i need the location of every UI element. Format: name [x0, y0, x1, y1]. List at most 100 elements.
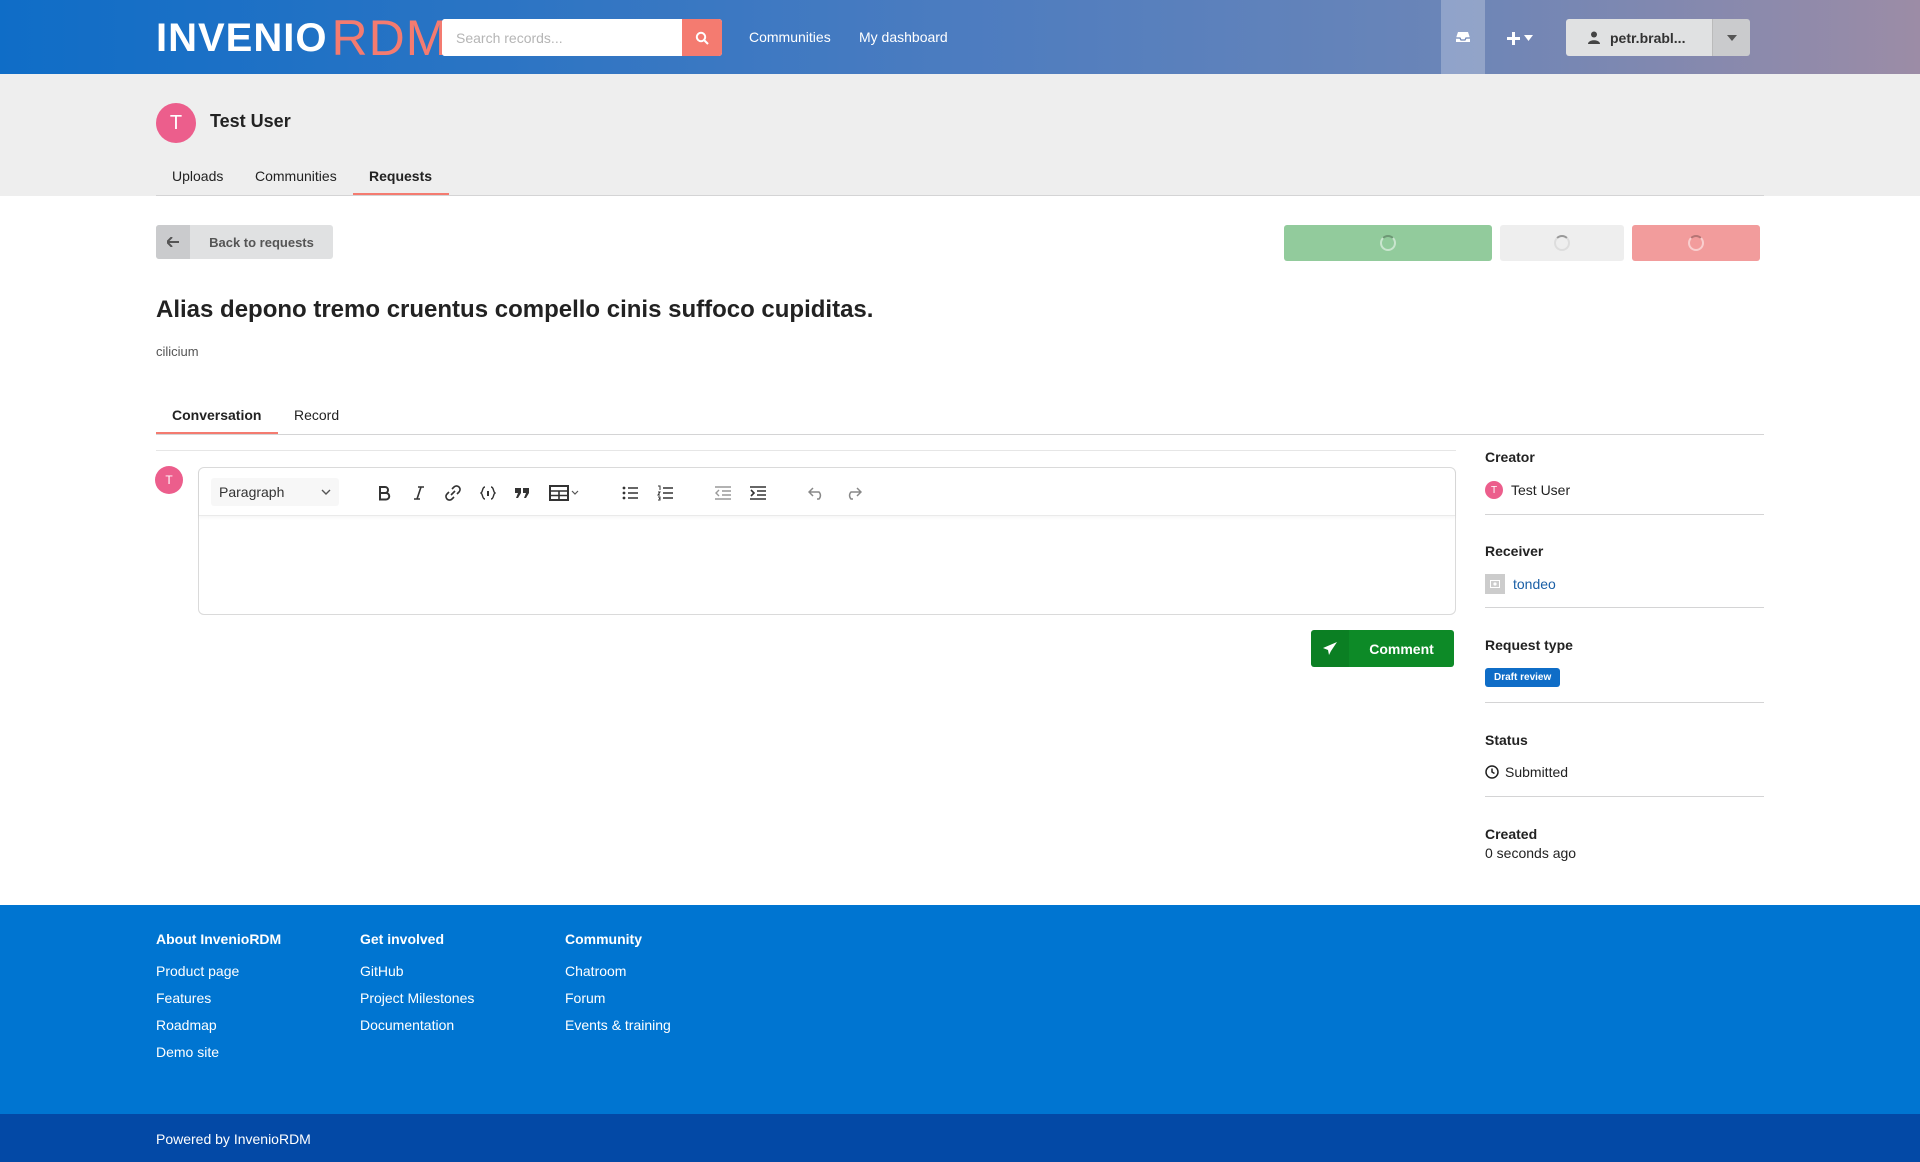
nav-my-dashboard[interactable]: My dashboard [859, 29, 948, 45]
link-icon[interactable] [442, 482, 464, 504]
footer-link-roadmap[interactable]: Roadmap [156, 1017, 281, 1033]
search-icon [695, 31, 709, 45]
sidebar-divider [1485, 607, 1764, 608]
status-label: Status [1485, 732, 1528, 748]
footer-heading: Get involved [360, 931, 445, 947]
code-block-icon[interactable] [477, 482, 499, 504]
receiver-label: Receiver [1485, 543, 1544, 559]
chevron-down-icon [321, 489, 331, 495]
footer-link-project-milestones[interactable]: Project Milestones [360, 990, 474, 1006]
request-type-value: Draft review [1485, 668, 1561, 687]
request-type-badge: Draft review [1485, 668, 1561, 687]
comment-editor: Paragraph [198, 467, 1456, 615]
created-value: 0 seconds ago [1485, 845, 1577, 861]
logo-text-invenio: INVENIO [156, 16, 328, 60]
tab-uploads[interactable]: Uploads [172, 168, 223, 184]
inbox-icon [1456, 32, 1470, 42]
tab-requests[interactable]: Requests [369, 168, 432, 184]
caret-down-icon [1524, 35, 1533, 41]
footer-column-get-involved: Get involved GitHub Project Milestones D… [360, 931, 474, 1044]
tab-record[interactable]: Record [294, 407, 339, 423]
numbered-list-icon[interactable] [654, 482, 676, 504]
status-value: Submitted [1485, 764, 1568, 780]
footer-heading: Community [565, 931, 642, 947]
receiver-community-link[interactable]: tondeo [1513, 576, 1556, 592]
plus-icon [1507, 31, 1520, 45]
search-bar [442, 19, 722, 56]
avatar: T [1485, 481, 1503, 499]
sidebar-divider [1485, 796, 1764, 797]
creator-value: T Test User [1485, 481, 1570, 499]
search-button[interactable] [682, 19, 722, 56]
avatar: T [156, 103, 196, 143]
comment-button[interactable]: Comment [1311, 630, 1454, 667]
bullet-list-icon[interactable] [619, 482, 641, 504]
table-icon[interactable] [547, 482, 583, 504]
redo-icon[interactable] [842, 482, 864, 504]
tabs-divider [156, 195, 1764, 196]
inbox-button[interactable] [1441, 0, 1485, 74]
user-name: petr.brabl... [1610, 29, 1686, 46]
community-logo-icon [1485, 574, 1505, 594]
editor-content-area[interactable] [199, 516, 1455, 614]
create-new-button[interactable] [1500, 26, 1540, 50]
tab-conversation[interactable]: Conversation [172, 407, 261, 423]
top-navbar: INVENIO RDM Communities My dashboard pet… [0, 0, 1920, 74]
invenio-rdm-logo[interactable]: INVENIO RDM [156, 12, 448, 64]
footer-link-demo-site[interactable]: Demo site [156, 1044, 281, 1060]
tabs-divider [156, 434, 1764, 435]
footer-heading: About InvenioRDM [156, 931, 282, 947]
loading-spinner-icon [1688, 235, 1704, 251]
footer [0, 905, 1920, 1114]
italic-icon[interactable] [408, 482, 430, 504]
footer-column-about: About InvenioRDM Product page Features R… [156, 931, 281, 1071]
decline-request-button[interactable] [1632, 225, 1760, 261]
paragraph-format-value: Paragraph [219, 484, 285, 500]
logo-text-rdm: RDM [331, 10, 449, 66]
clock-icon [1485, 765, 1499, 779]
paragraph-format-select[interactable]: Paragraph [211, 478, 339, 506]
created-label: Created [1485, 826, 1538, 842]
editor-toolbar: Paragraph [199, 468, 1455, 516]
footer-column-community: Community Chatroom Forum Events & traini… [565, 931, 671, 1044]
footer-link-github[interactable]: GitHub [360, 963, 474, 979]
accept-request-button[interactable] [1284, 225, 1492, 261]
cancel-request-button[interactable] [1500, 225, 1624, 261]
powered-by-text: Powered by InvenioRDM [156, 1131, 311, 1147]
back-to-requests-label: Back to requests [209, 234, 314, 250]
loading-spinner-icon [1554, 235, 1570, 251]
active-tab-indicator [353, 193, 449, 195]
tab-communities[interactable]: Communities [255, 168, 337, 184]
request-title: Alias depono tremo cruentus compello cin… [156, 296, 874, 323]
bold-icon[interactable] [373, 482, 395, 504]
undo-icon[interactable] [806, 482, 828, 504]
footer-link-product-page[interactable]: Product page [156, 963, 281, 979]
footer-link-documentation[interactable]: Documentation [360, 1017, 474, 1033]
nav-communities[interactable]: Communities [749, 29, 831, 45]
user-dropdown-toggle[interactable] [1712, 19, 1750, 56]
footer-link-forum[interactable]: Forum [565, 990, 671, 1006]
caret-down-icon [1726, 34, 1737, 41]
footer-link-features[interactable]: Features [156, 990, 281, 1006]
user-menu[interactable]: petr.brabl... [1566, 19, 1750, 56]
creator-label: Creator [1485, 449, 1535, 465]
footer-link-chatroom[interactable]: Chatroom [565, 963, 671, 979]
active-tab-indicator [156, 432, 278, 434]
user-icon [1588, 31, 1600, 44]
request-type-label: Request type [1485, 637, 1573, 653]
dashboard-user-name: Test User [210, 111, 291, 131]
creator-name: Test User [1511, 482, 1571, 498]
send-icon [1311, 630, 1349, 667]
blockquote-icon[interactable] [511, 482, 533, 504]
status-text: Submitted [1505, 764, 1569, 780]
loading-spinner-icon [1380, 235, 1396, 251]
search-input[interactable] [442, 19, 682, 56]
sidebar-divider [1485, 514, 1764, 515]
user-menu-button[interactable]: petr.brabl... [1566, 19, 1712, 56]
arrow-left-icon [156, 225, 190, 259]
footer-link-events-training[interactable]: Events & training [565, 1017, 671, 1033]
indent-icon[interactable] [747, 482, 769, 504]
back-to-requests-button[interactable]: Back to requests [156, 225, 333, 259]
outdent-icon[interactable] [712, 482, 734, 504]
timeline-divider [156, 450, 1456, 451]
